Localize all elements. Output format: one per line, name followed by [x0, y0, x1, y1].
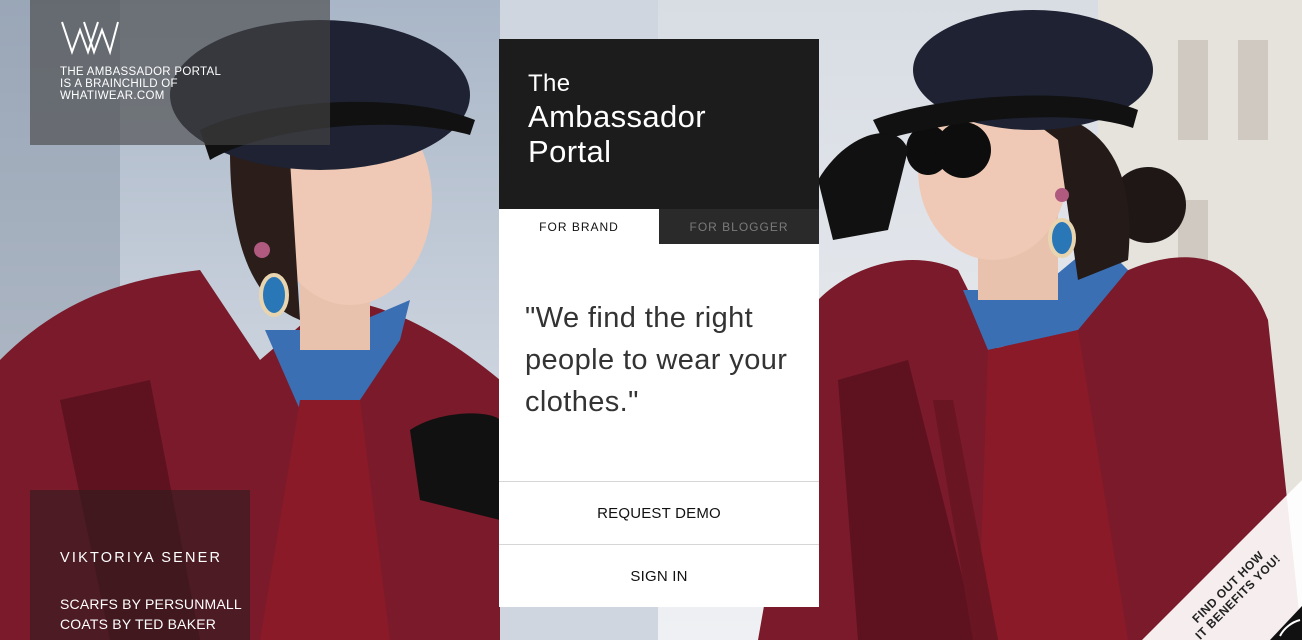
- tab-for-brand[interactable]: FOR BRAND: [499, 209, 659, 244]
- request-demo-button[interactable]: REQUEST DEMO: [499, 481, 819, 544]
- model-name: VIKTORIYA SENER: [60, 550, 223, 566]
- page-title: The Ambassador Portal: [528, 69, 706, 169]
- audience-tabs: FOR BRAND FOR BLOGGER: [499, 209, 819, 244]
- whatiwear-logo-icon[interactable]: [60, 18, 120, 56]
- tagline-quote: "We find the right people to wear your c…: [525, 302, 788, 418]
- tagline-link-whatiwear[interactable]: WHATIWEAR.COM: [60, 90, 300, 102]
- title-line-portal: Portal: [528, 134, 612, 169]
- sign-in-button[interactable]: SIGN IN: [499, 544, 819, 607]
- photo-credits: VIKTORIYA SENER SCARFS BY PERSUNMALL COA…: [30, 490, 250, 640]
- title-line-the: The: [528, 70, 571, 97]
- tab-for-blogger[interactable]: FOR BLOGGER: [659, 209, 819, 244]
- portal-card: The Ambassador Portal FOR BRAND FOR BLOG…: [499, 39, 819, 607]
- credit-scarfs: SCARFS BY PERSUNMALL: [60, 596, 242, 612]
- brand-box: THE AMBASSADOR PORTAL IS A BRAINCHILD OF…: [30, 0, 330, 145]
- title-line-ambassador: Ambassador: [528, 99, 707, 134]
- page-curl-icon[interactable]: [1270, 606, 1302, 640]
- tagline-line: THE AMBASSADOR PORTAL: [60, 66, 222, 78]
- tagline-line: IS A BRAINCHILD OF: [60, 78, 178, 90]
- brand-tagline: THE AMBASSADOR PORTAL IS A BRAINCHILD OF…: [60, 66, 300, 102]
- card-header: The Ambassador Portal: [499, 39, 819, 209]
- credit-coats: COATS BY TED BAKER: [60, 616, 217, 632]
